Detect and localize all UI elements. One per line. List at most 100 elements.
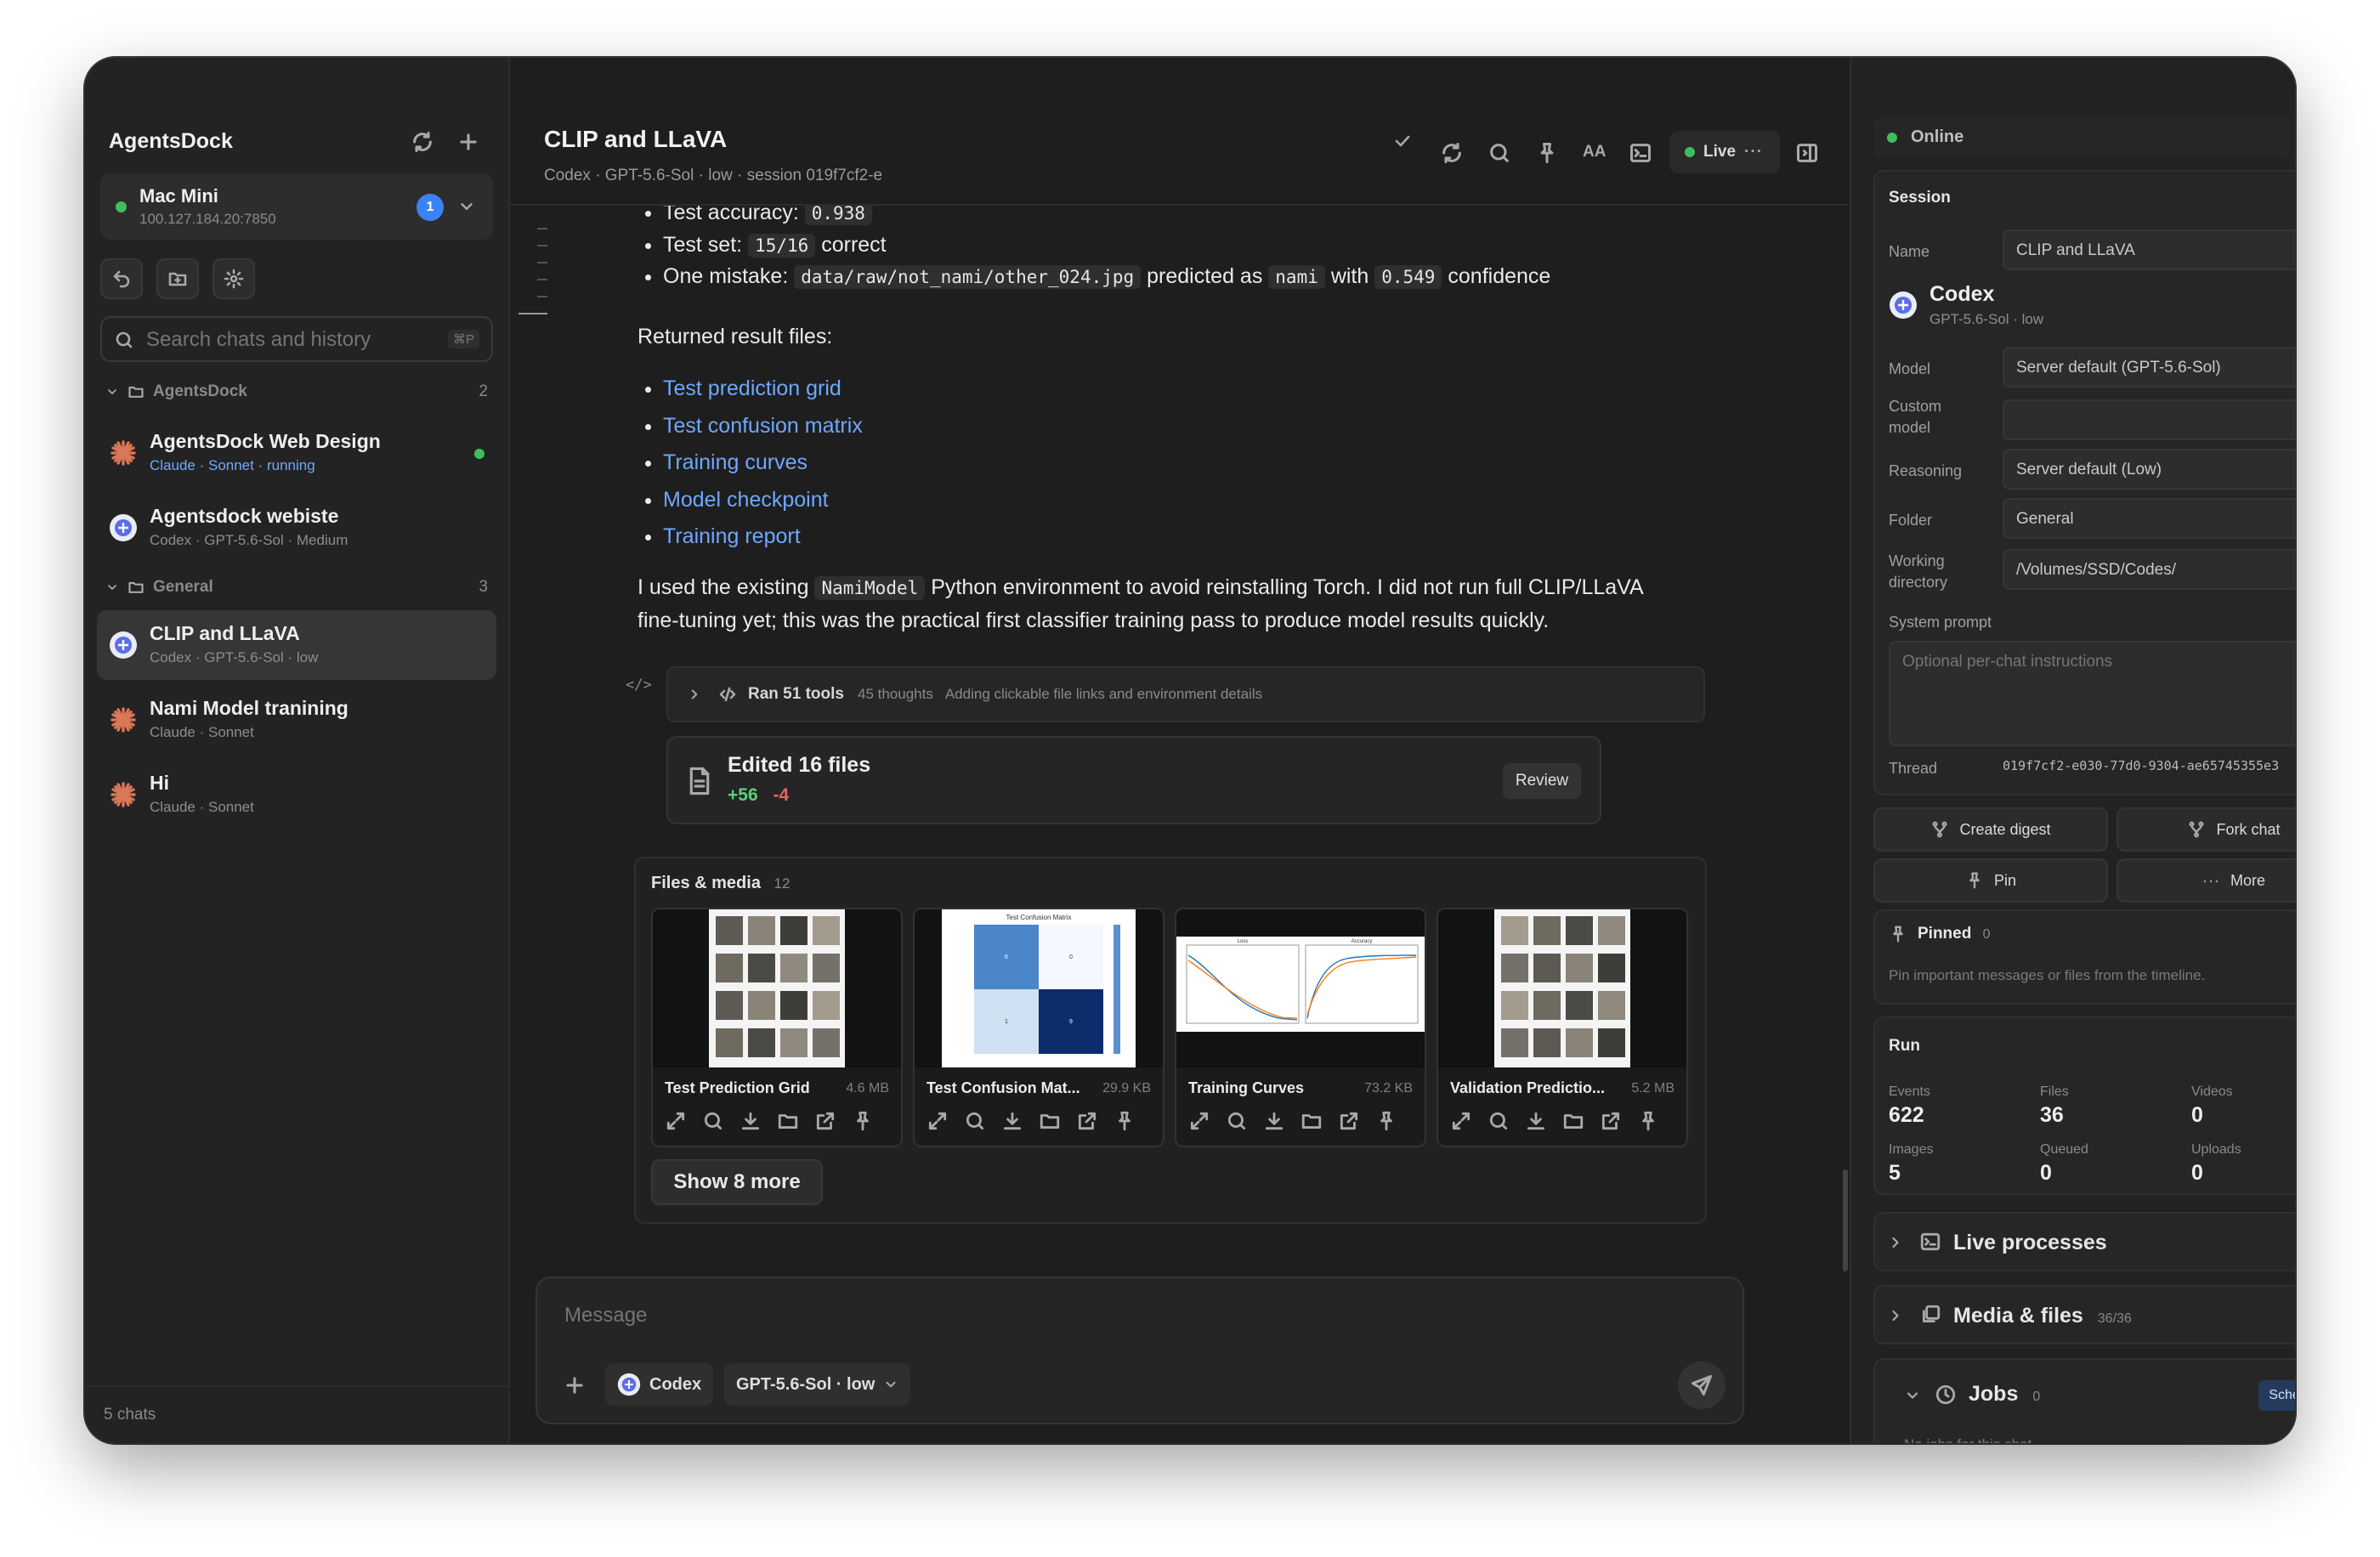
folder-field[interactable]: General xyxy=(2003,498,2295,539)
file-card[interactable]: Loss Accuracy Training Curves 73.2 KB xyxy=(1175,908,1426,1147)
claude-icon xyxy=(110,440,136,466)
download-icon[interactable] xyxy=(740,1110,762,1132)
pin-icon[interactable] xyxy=(1375,1110,1397,1132)
file-card[interactable]: Test Confusion Matrix 6 0 1 9 Test Confu… xyxy=(913,908,1164,1147)
folder-icon[interactable] xyxy=(1039,1110,1061,1132)
terminal-icon[interactable] xyxy=(1629,141,1652,165)
model-select[interactable]: Server default (GPT-5.6-Sol) xyxy=(2003,347,2295,388)
expand-icon[interactable] xyxy=(665,1110,687,1132)
show-more-button[interactable]: Show 8 more xyxy=(651,1159,823,1205)
download-icon[interactable] xyxy=(1263,1110,1285,1132)
stat-value: 0 xyxy=(2191,1103,2203,1127)
refresh-icon xyxy=(413,131,432,153)
system-prompt-input[interactable] xyxy=(1889,641,2295,746)
thread-id: 019f7cf2-e030-77d0-9304-ae65745355e3 xyxy=(2003,758,2280,773)
reasoning-select[interactable]: Server default (Low) xyxy=(2003,449,2295,490)
search-input[interactable] xyxy=(144,326,420,354)
folder-icon[interactable] xyxy=(777,1110,799,1132)
zoom-icon[interactable] xyxy=(1488,1110,1510,1132)
group-header-agentsdock[interactable]: AgentsDock 2 xyxy=(105,382,488,401)
chat-item-hi[interactable]: Hi Claude · Sonnet xyxy=(97,760,496,829)
external-link-icon[interactable] xyxy=(1338,1110,1360,1132)
undo-button[interactable] xyxy=(100,258,143,299)
link-test-confusion-matrix[interactable]: Test confusion matrix xyxy=(663,414,863,438)
send-button[interactable] xyxy=(1678,1362,1726,1409)
pin-icon[interactable] xyxy=(852,1110,874,1132)
device-selector[interactable]: Mac Mini 100.127.184.20:7850 1 xyxy=(100,173,493,240)
sidebar: AgentsDock Mac Mini 100.127.184.20:7850 … xyxy=(85,58,510,1443)
sidebar-toggle-icon[interactable] xyxy=(1795,141,1819,165)
zoom-icon[interactable] xyxy=(702,1110,724,1132)
pin-button[interactable]: Pin xyxy=(1873,858,2108,903)
working-directory-field[interactable]: /Volumes/SSD/Codes/ xyxy=(2003,549,2295,590)
attach-plus-icon[interactable] xyxy=(563,1373,586,1397)
pin-icon[interactable] xyxy=(1535,141,1559,165)
pin-icon[interactable] xyxy=(1637,1110,1659,1132)
link-training-report[interactable]: Training report xyxy=(663,524,801,548)
chat-item-agentsdock-web-design[interactable]: AgentsDock Web Design Claude · Sonnet · … xyxy=(97,418,496,488)
custom-model-field[interactable] xyxy=(2003,399,2295,440)
check-icon[interactable] xyxy=(1392,131,1413,151)
pin-icon[interactable] xyxy=(1114,1110,1136,1132)
schedule-button[interactable]: Schedule xyxy=(2258,1380,2295,1411)
external-link-icon[interactable] xyxy=(814,1110,836,1132)
status-bar: Online xyxy=(1873,117,2290,158)
chat-subtitle: Claude · Sonnet · running xyxy=(150,457,315,473)
download-icon[interactable] xyxy=(1525,1110,1547,1132)
chat-scrollbar[interactable] xyxy=(1843,1169,1848,1271)
new-folder-button[interactable] xyxy=(156,258,199,299)
zoom-icon[interactable] xyxy=(964,1110,986,1132)
device-badge: 1 xyxy=(416,194,444,221)
external-link-icon[interactable] xyxy=(1076,1110,1098,1132)
search-icon[interactable] xyxy=(1488,141,1511,165)
settings-button[interactable] xyxy=(212,258,255,299)
tools-summary-row[interactable]: Ran 51 tools 45 thoughts Adding clickabl… xyxy=(666,666,1705,722)
live-toggle[interactable]: Live ··· xyxy=(1669,131,1780,173)
link-model-checkpoint[interactable]: Model checkpoint xyxy=(663,488,829,512)
edited-files-card[interactable]: Edited 16 files +56 -4 Review xyxy=(666,736,1601,824)
expand-icon[interactable] xyxy=(926,1110,949,1132)
model-selector[interactable]: GPT-5.6-Sol · low xyxy=(724,1363,911,1406)
file-card[interactable]: Test Prediction Grid 4.6 MB xyxy=(651,908,903,1147)
search-box[interactable]: ⌘P xyxy=(100,316,493,362)
refresh-button[interactable] xyxy=(408,127,437,156)
refresh-icon[interactable] xyxy=(1440,141,1464,165)
file-card[interactable]: Validation Predictio... 5.2 MB xyxy=(1436,908,1688,1147)
chat-item-nami-model-tranining[interactable]: Nami Model tranining Claude · Sonnet xyxy=(97,685,496,755)
chevron-down-icon xyxy=(108,389,116,394)
agent-selector[interactable]: Codex xyxy=(605,1363,714,1406)
review-button[interactable]: Review xyxy=(1503,763,1581,799)
stat-label: Images xyxy=(1889,1142,1934,1157)
media-files-section[interactable]: Media & files 36/36 xyxy=(1873,1285,2295,1345)
expand-icon[interactable] xyxy=(1450,1110,1472,1132)
svg-text:1: 1 xyxy=(1005,1019,1008,1025)
create-digest-button[interactable]: Create digest xyxy=(1873,807,2108,852)
plus-icon xyxy=(460,133,477,150)
new-chat-button[interactable] xyxy=(454,127,483,156)
timeline-minimap[interactable] xyxy=(518,228,547,314)
details-panel: Online Session Name CLIP and LLaVA Codex… xyxy=(1850,58,2295,1443)
live-processes-section[interactable]: Live processes xyxy=(1873,1212,2295,1271)
svg-text:0: 0 xyxy=(1069,954,1073,960)
jobs-section: Jobs 0 Schedule No jobs for this chat xyxy=(1873,1358,2295,1443)
folder-icon[interactable] xyxy=(1562,1110,1584,1132)
chat-item-agentsdock-webiste[interactable]: Agentsdock webiste Codex · GPT-5.6-Sol ·… xyxy=(97,493,496,563)
folder-icon[interactable] xyxy=(1300,1110,1323,1132)
zoom-icon[interactable] xyxy=(1226,1110,1248,1132)
chevron-down-icon[interactable] xyxy=(1904,1387,1921,1404)
text-size-icon[interactable]: AA xyxy=(1583,143,1606,161)
external-link-icon[interactable] xyxy=(1600,1110,1622,1132)
chat-subtitle: Codex · GPT-5.6-Sol · low xyxy=(150,649,319,665)
message-input[interactable] xyxy=(563,1302,1705,1343)
fork-chat-button[interactable]: Fork chat xyxy=(2116,807,2295,852)
chat-item-clip-and-llava[interactable]: CLIP and LLaVA Codex · GPT-5.6-Sol · low xyxy=(97,610,496,680)
stat-value: 0 xyxy=(2191,1161,2203,1185)
link-test-prediction-grid[interactable]: Test prediction grid xyxy=(663,377,842,400)
more-button[interactable]: ··· More xyxy=(2116,858,2295,903)
device-online-dot xyxy=(116,201,127,212)
group-header-general[interactable]: General 3 xyxy=(105,578,488,597)
name-field[interactable]: CLIP and LLaVA xyxy=(2003,229,2295,270)
download-icon[interactable] xyxy=(1001,1110,1023,1132)
expand-icon[interactable] xyxy=(1188,1110,1210,1132)
link-training-curves[interactable]: Training curves xyxy=(663,450,808,474)
